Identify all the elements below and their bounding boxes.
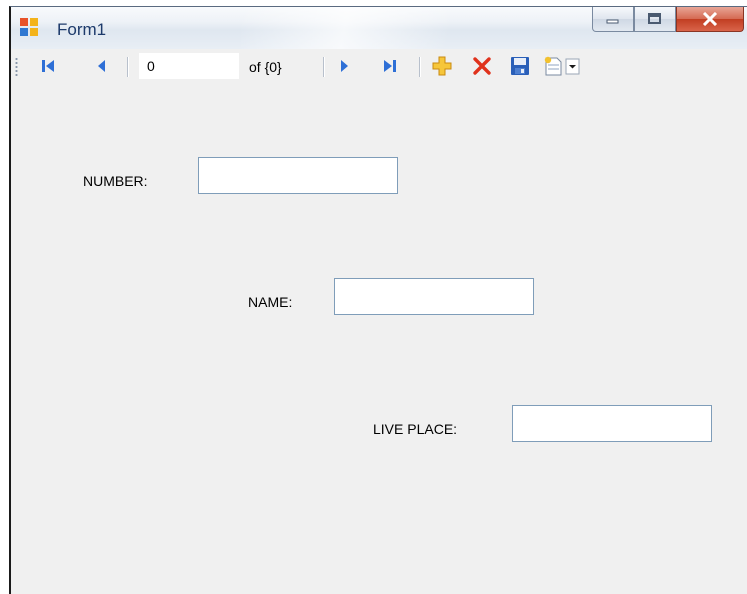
- binding-navigator: of {0}: [11, 49, 747, 83]
- move-next-icon: [341, 60, 348, 72]
- close-icon: [702, 12, 718, 26]
- save-button[interactable]: [507, 55, 533, 77]
- name-field[interactable]: [334, 278, 534, 315]
- live-place-label: LIVE PLACE:: [373, 421, 458, 437]
- toolbar-grip[interactable]: [15, 57, 18, 77]
- title-bar[interactable]: Form1: [11, 7, 747, 50]
- move-previous-icon: [98, 60, 105, 72]
- delete-button[interactable]: [469, 55, 495, 77]
- move-previous-button[interactable]: [91, 55, 111, 77]
- form1-window: Form1 0 of {0} NUMBER: NAME: LIVE PLACE:: [9, 6, 747, 594]
- move-last-icon: [384, 60, 396, 72]
- count-label: of {0}: [249, 59, 282, 75]
- maximize-button[interactable]: [634, 7, 676, 32]
- minimize-icon: [606, 19, 619, 24]
- app-icon: [20, 18, 38, 36]
- delete-icon: [473, 57, 491, 75]
- move-first-button[interactable]: [37, 55, 59, 77]
- new-item-dropdown-icon: [544, 56, 580, 76]
- add-new-button[interactable]: [429, 55, 455, 77]
- position-input[interactable]: [139, 53, 239, 79]
- add-new-icon: [432, 56, 452, 76]
- save-icon: [511, 57, 529, 75]
- move-last-button[interactable]: [379, 55, 401, 77]
- new-item-dropdown-button[interactable]: [541, 55, 581, 77]
- name-label: NAME:: [248, 294, 293, 310]
- window-title: Form1: [57, 20, 107, 39]
- close-button[interactable]: [676, 7, 744, 32]
- move-first-icon: [42, 60, 54, 72]
- number-label: NUMBER:: [83, 173, 148, 189]
- minimize-button[interactable]: [592, 7, 634, 32]
- number-field[interactable]: [198, 157, 398, 194]
- live-place-field[interactable]: [512, 405, 712, 442]
- move-next-button[interactable]: [335, 55, 355, 77]
- maximize-icon: [648, 13, 661, 24]
